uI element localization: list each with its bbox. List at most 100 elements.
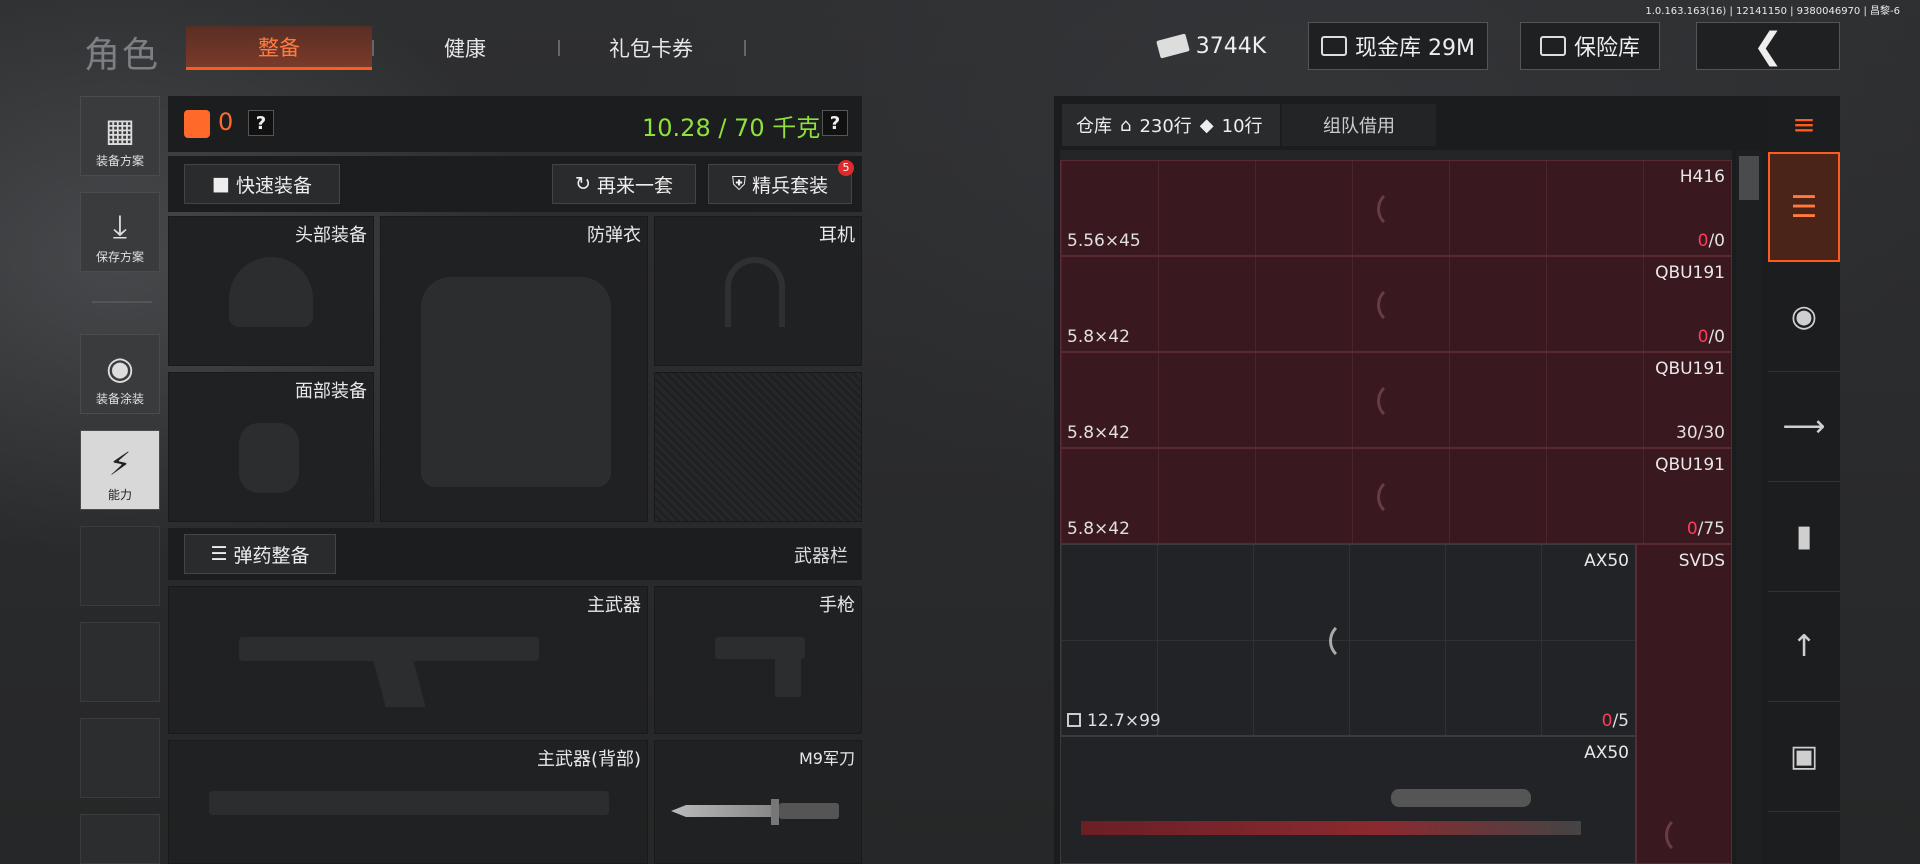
loading-spinner-icon bbox=[1377, 477, 1417, 517]
nav-label: 装备涂装 bbox=[95, 392, 144, 406]
loading-spinner-icon bbox=[1377, 285, 1417, 325]
loading-spinner-icon bbox=[1377, 381, 1417, 421]
armor-help-button[interactable]: ? bbox=[248, 110, 274, 136]
scope-icon: ▣ bbox=[1789, 739, 1819, 774]
head-slot[interactable]: 头部装备 bbox=[168, 216, 374, 366]
back-arrow-icon: ❮ bbox=[1752, 25, 1784, 67]
elite-kit-button[interactable]: ⛨ 精兵套装 bbox=[708, 164, 852, 204]
nav-empty-slot bbox=[80, 622, 160, 702]
loading-spinner-icon bbox=[1377, 189, 1417, 229]
team-borrow-tab[interactable]: 组队借用 bbox=[1282, 104, 1436, 146]
inventory-item[interactable]: AX50 bbox=[1060, 736, 1636, 864]
item-name: SVDS bbox=[1678, 551, 1725, 571]
nav-ability[interactable]: ⚡ 能力 bbox=[80, 430, 160, 510]
stack-icon: ☰ bbox=[1790, 189, 1818, 225]
helmet-icon: ◉ bbox=[106, 349, 134, 387]
warehouse-scrollbar[interactable] bbox=[1736, 150, 1762, 864]
currency-amount: 3744K bbox=[1195, 33, 1267, 59]
scrollbar-thumb[interactable] bbox=[1739, 156, 1759, 200]
head-slot-label: 头部装备 bbox=[295, 225, 367, 246]
knife-slot[interactable]: M9军刀 bbox=[654, 740, 862, 864]
category-rifle[interactable]: ⟶ bbox=[1768, 372, 1840, 482]
inventory-item[interactable]: H416 5.56×45 0/0 bbox=[1060, 160, 1732, 256]
nav-empty-slot bbox=[80, 526, 160, 606]
item-name: QBU191 bbox=[1655, 263, 1725, 283]
scope-icon bbox=[1391, 789, 1531, 807]
refresh-icon: ↻ bbox=[575, 173, 591, 195]
shield-icon: ⛨ bbox=[731, 173, 747, 195]
category-helmet[interactable]: ◉ bbox=[1768, 262, 1840, 372]
safe-label: 保险库 bbox=[1573, 36, 1640, 61]
loading-spinner-icon bbox=[1329, 621, 1369, 661]
nav-empty-slot bbox=[80, 718, 160, 798]
tag-icon: ◆ bbox=[1199, 114, 1214, 136]
back-weapon-label: 主武器(背部) bbox=[536, 749, 641, 770]
inventory-item[interactable]: QBU191 5.8×42 0/75 bbox=[1060, 448, 1732, 544]
sniper-rifle-icon bbox=[1081, 821, 1581, 835]
inventory-item[interactable]: QBU191 5.8×42 0/0 bbox=[1060, 256, 1732, 352]
warehouse-tab-label: 仓库 bbox=[1076, 116, 1112, 137]
equip-header: 0 ? 10.28 / 70 千克 ? bbox=[168, 96, 862, 152]
armor-icon bbox=[184, 110, 210, 138]
rifle-magazine-shape bbox=[372, 657, 426, 707]
vest-slot[interactable]: 防弹衣 bbox=[380, 216, 648, 522]
nav-loadout[interactable]: ▦ 装备方案 bbox=[80, 96, 160, 176]
main-weapon-slot[interactable]: 主武器 bbox=[168, 586, 648, 734]
weapon-bar-label: 武器栏 bbox=[794, 546, 848, 567]
ammo-prep-button[interactable]: ☰ 弹药整备 bbox=[184, 534, 336, 574]
face-slot[interactable]: 面部装备 bbox=[168, 372, 374, 522]
safe-icon bbox=[1539, 36, 1566, 56]
item-count: 0/5 bbox=[1601, 711, 1629, 731]
inventory-item[interactable]: QBU191 5.8×42 30/30 bbox=[1060, 352, 1732, 448]
knife-blade-icon bbox=[671, 805, 771, 817]
tab-equip[interactable]: 整备 bbox=[186, 26, 372, 70]
box-icon bbox=[1067, 713, 1081, 727]
item-name: H416 bbox=[1679, 167, 1725, 187]
category-bullet[interactable]: ↑ bbox=[1768, 592, 1840, 702]
elite-kit-label: 精兵套装 bbox=[752, 174, 829, 197]
rifle-icon bbox=[209, 791, 609, 815]
again-button[interactable]: ↻ 再来一套 bbox=[552, 164, 696, 204]
quick-equip-label: 快速装备 bbox=[235, 174, 312, 197]
headset-slot[interactable]: 耳机 bbox=[654, 216, 862, 366]
safe-button[interactable]: 保险库 bbox=[1520, 22, 1660, 70]
quick-equip-button[interactable]: ■ 快速装备 bbox=[184, 164, 340, 204]
back-weapon-slot[interactable]: 主武器(背部) bbox=[168, 740, 648, 864]
pistol-icon bbox=[715, 637, 805, 659]
cash-icon bbox=[1155, 33, 1190, 59]
headset-slot-label: 耳机 bbox=[819, 225, 855, 246]
tab-health[interactable]: 健康 bbox=[372, 26, 558, 70]
helmet-icon bbox=[229, 257, 313, 327]
back-button[interactable]: ❮ bbox=[1696, 22, 1840, 70]
item-caliber: 5.8×42 bbox=[1067, 519, 1130, 539]
tab-gift[interactable]: 礼包卡券 bbox=[558, 26, 744, 70]
cash-vault-button[interactable]: 现金库 29M bbox=[1308, 22, 1488, 70]
vault-icon bbox=[1321, 36, 1347, 56]
inventory-item[interactable]: AX50 12.7×99 0/5 bbox=[1060, 544, 1636, 736]
inventory-item[interactable]: SVDS bbox=[1636, 544, 1732, 864]
loading-spinner-icon bbox=[1665, 815, 1705, 855]
item-name: QBU191 bbox=[1655, 455, 1725, 475]
item-name: QBU191 bbox=[1655, 359, 1725, 379]
item-caliber: 5.8×42 bbox=[1067, 423, 1130, 443]
category-magazine[interactable]: ▮ bbox=[1768, 482, 1840, 592]
warehouse-tab[interactable]: 仓库 ⌂ 230行 ◆ 10行 bbox=[1062, 104, 1280, 146]
cash-vault-label: 现金库 29M bbox=[1355, 36, 1475, 61]
item-count: 0/75 bbox=[1686, 519, 1725, 539]
weight-help-button[interactable]: ? bbox=[822, 110, 848, 136]
home-icon: ⌂ bbox=[1120, 114, 1132, 136]
nav-empty-slot bbox=[80, 814, 160, 864]
nav-save[interactable]: ⤓ 保存方案 bbox=[80, 192, 160, 272]
pistol-slot[interactable]: 手枪 bbox=[654, 586, 862, 734]
again-label: 再来一套 bbox=[596, 174, 673, 197]
category-all[interactable]: ☰ bbox=[1768, 152, 1840, 262]
category-scope[interactable]: ▣ bbox=[1768, 702, 1840, 812]
knife-slot-label: M9军刀 bbox=[799, 749, 855, 768]
weapon-toolbar: ☰ 弹药整备 武器栏 bbox=[168, 528, 862, 580]
sort-icon[interactable]: ≡ bbox=[1768, 96, 1840, 152]
equip-toolbar: ■ 快速装备 ↻ 再来一套 ⛨ 精兵套装 5 bbox=[168, 156, 862, 212]
ammo-prep-label: 弹药整备 bbox=[233, 544, 310, 567]
rifle-icon: ⟶ bbox=[1782, 409, 1826, 444]
nav-skin[interactable]: ◉ 装备涂装 bbox=[80, 334, 160, 414]
item-count: 30/30 bbox=[1676, 423, 1725, 443]
